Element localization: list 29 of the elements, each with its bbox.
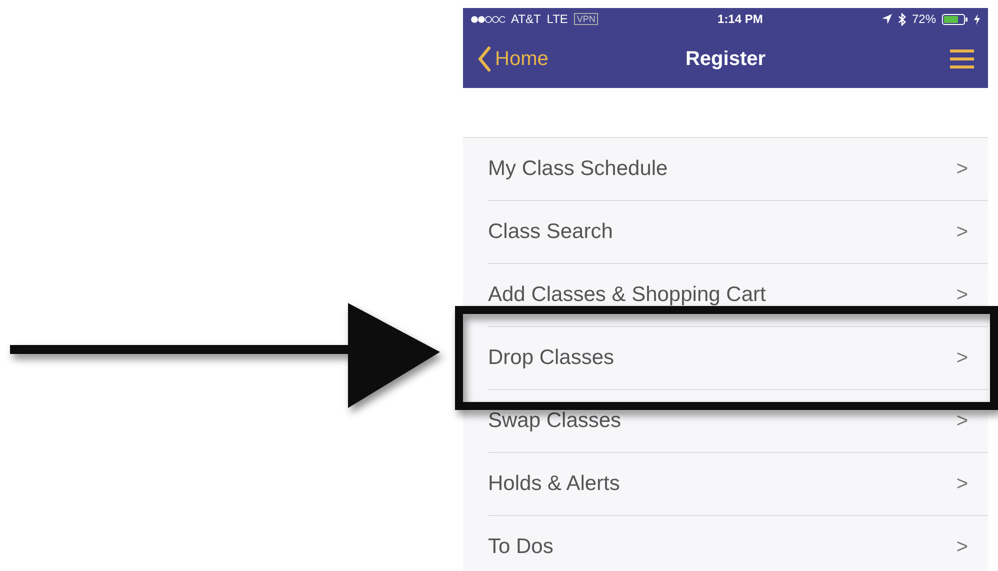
chevron-right: > — [956, 536, 968, 558]
screen-title: Register — [685, 48, 766, 70]
location-icon — [882, 14, 892, 24]
vpn-indicator: VPN — [574, 13, 598, 25]
chevron-right: > — [956, 220, 968, 244]
charging-icon — [974, 14, 980, 24]
chevron-right: > — [956, 158, 968, 180]
menu-icon — [950, 49, 974, 69]
chevron-right: > — [956, 346, 968, 370]
back-button[interactable]: Home — [477, 46, 548, 72]
network-type: LTE — [546, 12, 568, 26]
menu-item[interactable]: Add Classes & Shopping Cart — [488, 283, 956, 307]
chevron-right: > — [956, 410, 968, 432]
battery-icon — [942, 14, 968, 24]
menu-item[interactable]: Class Search — [488, 220, 956, 244]
menu-item[interactable]: Swap Classes — [488, 409, 956, 433]
chevron-left-icon — [477, 46, 491, 72]
signal-icon — [471, 16, 505, 22]
menu-item[interactable]: My Class Schedule — [488, 157, 956, 181]
bluetooth-icon — [898, 12, 906, 26]
menu-item[interactable]: Drop Classes — [488, 346, 956, 370]
menu-item[interactable]: Holds & Alerts — [488, 472, 956, 496]
battery-percent: 72% — [912, 12, 936, 26]
menu-button[interactable] — [950, 49, 974, 69]
carrier-name: AT&T — [511, 12, 541, 26]
menu-item[interactable]: To Dos — [488, 535, 956, 559]
chevron-right: > — [956, 284, 968, 306]
chevron-right: > — [956, 472, 968, 496]
status-time: 1:14 PM — [718, 12, 763, 26]
